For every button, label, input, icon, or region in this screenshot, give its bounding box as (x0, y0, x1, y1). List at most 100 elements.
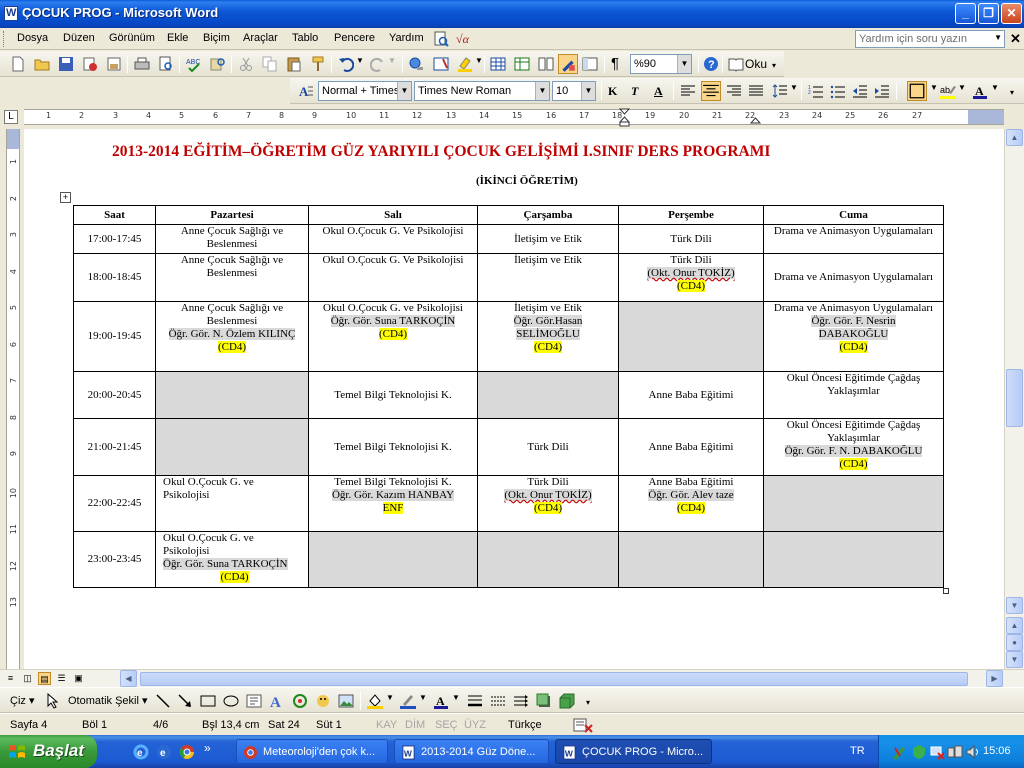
web-layout-view-icon[interactable]: ◫ (21, 672, 34, 685)
thursday-cell[interactable]: Anne Baba Eğitimi Öğr. Gör. Alev taze (C… (618, 475, 764, 532)
table-move-handle-icon[interactable]: + (60, 192, 71, 203)
insert-excel-icon[interactable] (514, 56, 530, 72)
line-spacing-dropdown-icon[interactable]: ▼ (790, 83, 798, 92)
font-size-dropdown-icon[interactable]: ▼ (581, 82, 595, 100)
status-ovr[interactable]: ÜYZ (464, 719, 486, 731)
save-icon[interactable] (58, 56, 74, 72)
tuesday-cell[interactable]: Okul O.Çocuk G. ve Psikolojisi Öğr. Gör.… (308, 301, 478, 372)
read-mode-icon[interactable] (728, 56, 744, 72)
tray-pen-icon[interactable] (891, 744, 907, 760)
columns-icon[interactable] (538, 56, 554, 72)
clock[interactable]: 15:06 (983, 745, 1011, 757)
document-area[interactable]: 2013-2014 EĞİTİM–ÖĞRETİM GÜZ YARIYILI ÇO… (24, 129, 1004, 669)
vertical-scrollbar[interactable]: ▲ ▼ ▲ ● ▼ (1004, 129, 1024, 669)
textbox-icon[interactable] (246, 693, 262, 709)
scroll-left-button[interactable]: ◀ (120, 670, 137, 687)
copy-icon[interactable] (262, 56, 278, 72)
font-dropdown-icon[interactable]: ▼ (535, 82, 549, 100)
new-document-icon[interactable] (10, 56, 26, 72)
thursday-cell-empty[interactable] (618, 531, 764, 588)
document-map-icon[interactable] (582, 56, 598, 72)
clip-art-icon[interactable] (315, 693, 331, 709)
line-icon[interactable] (155, 693, 171, 709)
thursday-cell[interactable]: Türk Dili (Okt. Onur TOKİZ) (CD4) (618, 253, 764, 302)
time-cell[interactable]: 18:00-18:45 (73, 253, 156, 302)
decrease-indent-icon[interactable] (852, 83, 868, 99)
research-icon[interactable] (210, 56, 226, 72)
help-search-input[interactable]: Yardım için soru yazın ▼ (855, 30, 1005, 48)
arrow-style-icon[interactable] (513, 693, 529, 709)
drawing-icon[interactable] (558, 54, 578, 74)
redo-icon[interactable] (370, 56, 386, 72)
style-combo[interactable]: Normal + Times ▼ (318, 81, 412, 101)
friday-cell[interactable]: Okul Öncesi Eğitimde Çağdaş Yaklaşımlar (763, 371, 944, 419)
line-color-dropdown-icon[interactable]: ▼ (419, 693, 427, 702)
paste-icon[interactable] (286, 56, 302, 72)
permission-icon[interactable] (82, 56, 98, 72)
bullets-icon[interactable] (830, 83, 846, 99)
numbering-icon[interactable]: 12 (808, 83, 824, 99)
italic-icon[interactable]: T (631, 84, 638, 99)
undo-dropdown-icon[interactable]: ▼ (356, 56, 364, 65)
tuesday-cell[interactable]: Okul O.Çocuk G. Ve Psikolojisi (308, 224, 478, 254)
highlight-icon[interactable] (457, 56, 473, 72)
normal-view-icon[interactable]: ≡ (4, 672, 17, 685)
align-left-icon[interactable] (680, 83, 696, 99)
font-color-dropdown-icon[interactable]: ▼ (991, 83, 999, 92)
scroll-right-button[interactable]: ▶ (986, 670, 1003, 687)
friday-cell[interactable]: Okul Öncesi Eğitimde Çağdaş Yaklaşımlar … (763, 418, 944, 476)
vertical-ruler-strip[interactable] (6, 129, 20, 669)
indent-marker-icon[interactable] (619, 108, 630, 128)
undo-icon[interactable] (338, 56, 354, 72)
line-color-icon[interactable] (400, 693, 416, 709)
wordart-icon[interactable]: A (269, 693, 285, 709)
zoom-combo[interactable]: %90 ▼ (630, 54, 692, 74)
hyperlink-icon[interactable] (409, 56, 425, 72)
menu-yardim[interactable]: Yardım (389, 32, 424, 44)
friday-cell[interactable]: Drama ve Animasyon Uygulamaları (763, 253, 944, 302)
monday-cell[interactable]: Okul O.Çocuk G. ve Psikolojisi Öğr. Gör.… (155, 531, 309, 588)
tray-devices-icon[interactable] (947, 744, 963, 760)
thursday-cell[interactable]: Türk Dili (618, 224, 764, 254)
status-rec[interactable]: KAY (376, 719, 397, 731)
task-word-schedule[interactable]: W 2013-2014 Güz Döne... (394, 739, 549, 764)
vertical-scroll-thumb[interactable] (1006, 369, 1023, 427)
wednesday-cell[interactable]: İletişim ve Etik (477, 253, 619, 302)
tray-volume-icon[interactable] (965, 744, 981, 760)
formatting-toolbar-options-icon[interactable]: ▾ (1010, 88, 1014, 97)
friday-cell[interactable]: Drama ve Animasyon Uygulamaları Öğr. Gör… (763, 301, 944, 372)
tuesday-cell[interactable]: Okul O.Çocuk G. Ve Psikolojisi (308, 253, 478, 302)
menu-gorunum[interactable]: Görünüm (109, 32, 155, 44)
3d-style-icon[interactable] (559, 693, 575, 709)
quicklaunch-ie-icon[interactable]: e (156, 744, 172, 760)
align-center-icon[interactable] (701, 81, 721, 101)
close-document-icon[interactable]: ✕ (1010, 31, 1021, 47)
friday-cell-empty[interactable] (763, 531, 944, 588)
menu-grip[interactable] (3, 31, 6, 47)
highlight-color-icon[interactable]: ab (940, 83, 956, 99)
zoom-dropdown-icon[interactable]: ▼ (677, 55, 691, 73)
thursday-cell[interactable]: Anne Baba Eğitimi (618, 418, 764, 476)
drawing-toolbar-options-icon[interactable]: ▾ (586, 698, 590, 707)
drawing-font-color-dropdown-icon[interactable]: ▼ (452, 693, 460, 702)
fill-color-icon[interactable] (367, 693, 383, 709)
status-ext[interactable]: SEÇ (435, 719, 458, 731)
tuesday-cell[interactable]: Temel Bilgi Teknolojisi K. (308, 418, 478, 476)
tuesday-cell[interactable]: Temel Bilgi Teknolojisi K. (308, 371, 478, 419)
next-page-button[interactable]: ▼ (1006, 651, 1023, 668)
status-trk[interactable]: DİM (405, 719, 425, 731)
font-size-combo[interactable]: 10 ▼ (552, 81, 596, 101)
tray-network-icon[interactable] (929, 744, 945, 760)
minimize-button[interactable]: _ (955, 3, 976, 24)
time-cell[interactable]: 22:00-22:45 (73, 475, 156, 532)
increase-indent-icon[interactable] (874, 83, 890, 99)
arrow-icon[interactable] (177, 693, 193, 709)
wednesday-cell[interactable]: Türk Dili (477, 418, 619, 476)
tables-borders-icon[interactable] (433, 56, 449, 72)
menu-pencere[interactable]: Pencere (334, 32, 375, 44)
highlight-dropdown-icon[interactable]: ▼ (475, 56, 483, 65)
font-combo[interactable]: Times New Roman ▼ (414, 81, 550, 101)
task-word-cocuk[interactable]: W ÇOCUK PROG - Micro... (555, 739, 712, 764)
wednesday-cell-empty[interactable] (477, 371, 619, 419)
time-cell[interactable]: 19:00-19:45 (73, 301, 156, 372)
